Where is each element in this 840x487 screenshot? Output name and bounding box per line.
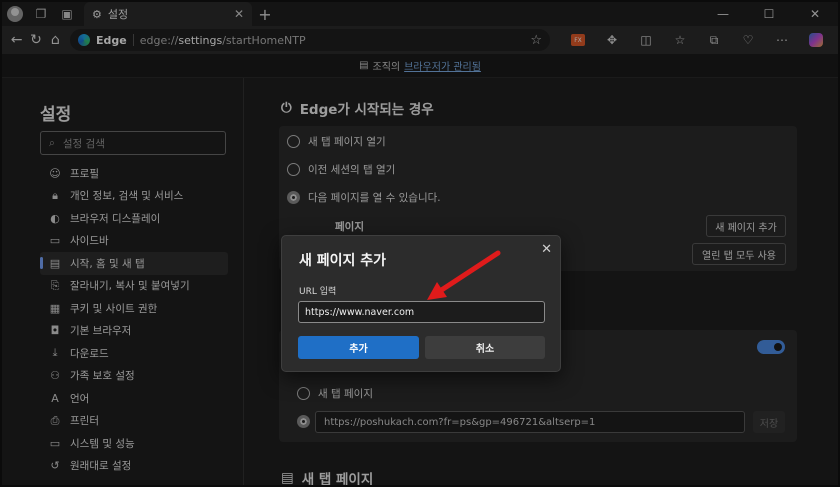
- url-input[interactable]: [298, 301, 545, 323]
- dialog-title: 새 페이지 추가: [299, 253, 387, 269]
- add-button[interactable]: 추가: [298, 336, 419, 359]
- add-page-dialog: 새 페이지 추가 ✕ URL 입력 추가 취소: [281, 235, 561, 372]
- url-label: URL 입력: [299, 287, 337, 297]
- close-icon[interactable]: ✕: [541, 242, 552, 257]
- cancel-button[interactable]: 취소: [425, 336, 545, 359]
